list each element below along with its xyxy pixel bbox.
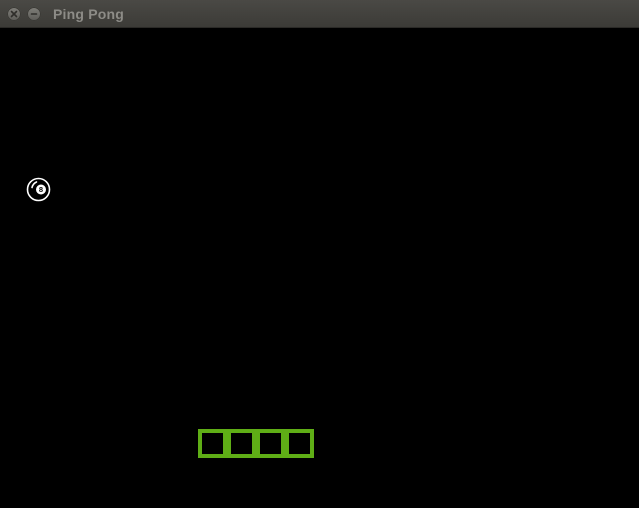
minimize-icon xyxy=(30,13,38,15)
close-button[interactable] xyxy=(7,7,21,21)
window-title: Ping Pong xyxy=(53,6,125,22)
paddle-block xyxy=(285,429,314,458)
paddle-block xyxy=(227,429,256,458)
game-window: Ping Pong 8 xyxy=(0,0,639,508)
game-canvas[interactable]: 8 xyxy=(0,28,639,508)
paddle-block xyxy=(198,429,227,458)
paddle-block xyxy=(256,429,285,458)
paddle[interactable] xyxy=(198,429,314,458)
ball-number: 8 xyxy=(39,185,43,194)
eight-ball-icon: 8 xyxy=(26,177,51,202)
minimize-button[interactable] xyxy=(27,7,41,21)
close-icon xyxy=(10,10,18,18)
title-bar[interactable]: Ping Pong xyxy=(0,0,639,28)
